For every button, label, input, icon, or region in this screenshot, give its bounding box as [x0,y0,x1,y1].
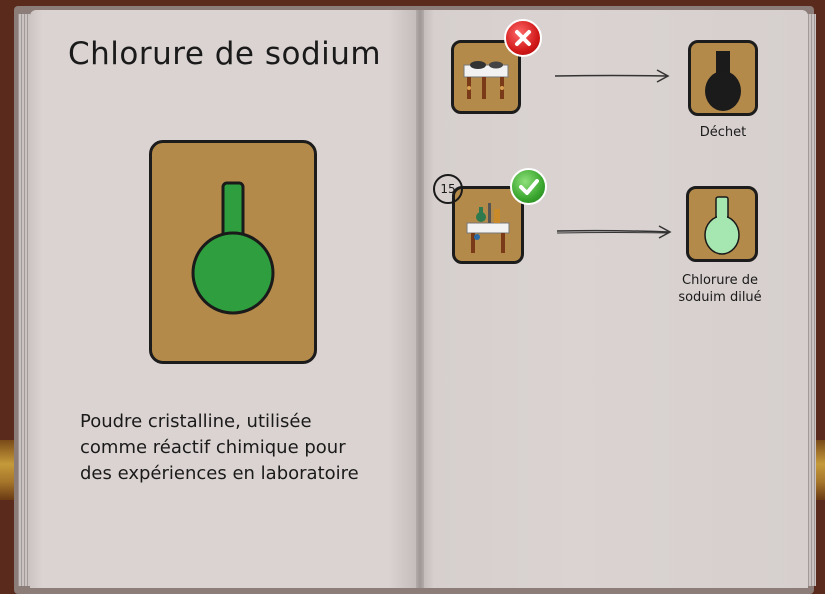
item-title: Chlorure de sodium [68,36,382,72]
flask-icon [704,196,740,255]
item-description: Poudre cristalline, utilisée comme réact… [80,409,410,487]
arrow-icon [554,69,670,83]
result-label-line: soduim dilué [678,290,762,305]
book-spine [416,10,424,588]
result-waste[interactable] [688,40,758,116]
arrow-icon [556,225,672,239]
result-label: Déchet [699,125,747,140]
close-icon [504,19,542,57]
result-diluted-solution[interactable] [686,186,758,262]
description-line: des expériences en laboratoire [80,463,359,484]
description-line: comme réactif chimique pour [80,437,346,458]
quantity-badge: 15 [433,174,463,204]
lab-table-icon [466,203,510,253]
stove-icon [463,61,509,99]
result-label-line: Chlorure de [682,273,758,288]
page-edges-left [18,14,30,586]
flask-icon [191,181,275,315]
check-icon [510,168,547,205]
flask-icon [705,51,741,111]
description-line: Poudre cristalline, utilisée [80,411,312,432]
result-label: Chlorure de soduim dilué [668,272,772,306]
item-card [149,140,317,364]
